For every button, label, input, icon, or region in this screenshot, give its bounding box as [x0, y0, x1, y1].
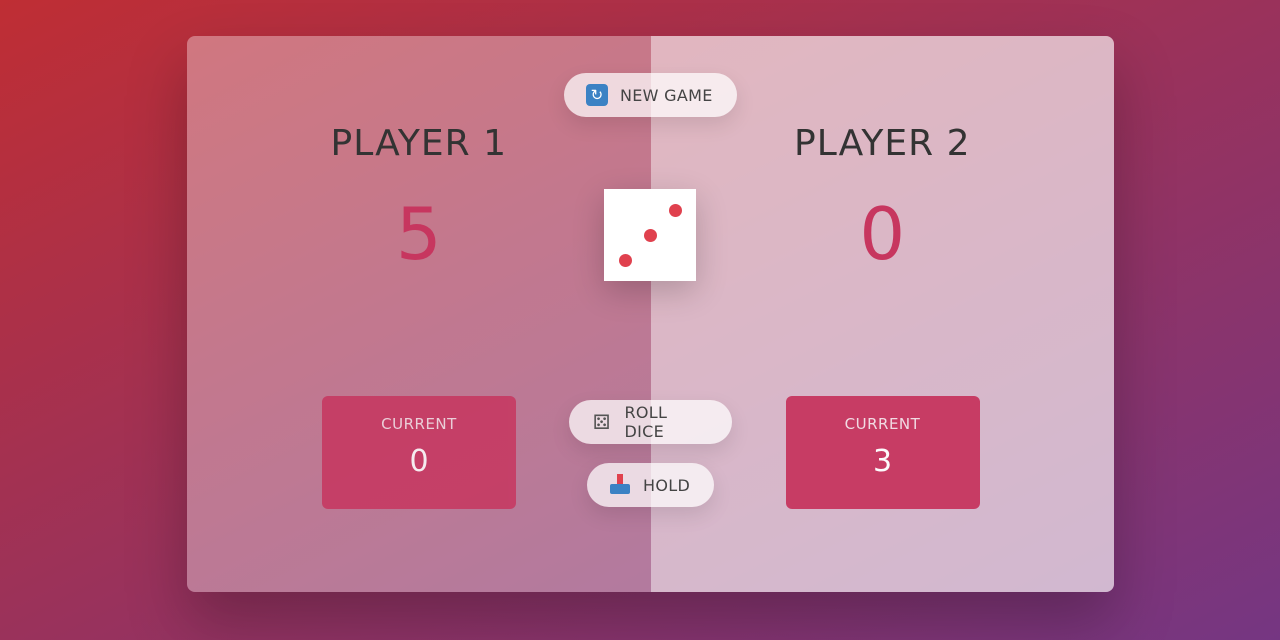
dice	[604, 189, 696, 281]
new-game-label: NEW GAME	[620, 85, 713, 105]
dice-pip	[668, 203, 682, 217]
player-2-panel: PLAYER 2 0 CURRENT 3	[650, 36, 1114, 592]
roll-dice-button[interactable]: ⚄ ROLL DICE	[569, 400, 732, 444]
player-1-current-label: CURRENT	[381, 415, 457, 433]
player-2-current-label: CURRENT	[844, 415, 921, 433]
player-1-current-score: 0	[409, 444, 429, 479]
roll-dice-label: ROLL DICE	[624, 403, 668, 441]
player-2-name: PLAYER 2	[793, 123, 971, 164]
player-1-panel: PLAYER 1 5 CURRENT 0	[187, 36, 651, 592]
player-2-score: 0	[859, 192, 906, 276]
new-game-button[interactable]: ↻ NEW GAME	[564, 73, 737, 117]
player-1-current-box: CURRENT 0	[322, 396, 516, 509]
dice-icon: ⚄	[592, 410, 611, 434]
player-1-name: PLAYER 1	[330, 123, 508, 164]
player-1-score: 5	[395, 192, 442, 276]
refresh-icon: ↻	[586, 84, 608, 106]
game-board: PLAYER 1 5 CURRENT 0 PLAYER 2 0 CURRENT …	[187, 36, 1114, 592]
dice-pip	[643, 228, 657, 242]
dice-pip	[618, 253, 632, 267]
inbox-tray-icon	[609, 474, 631, 496]
player-2-current-box: CURRENT 3	[785, 396, 980, 509]
player-2-current-score: 3	[872, 444, 893, 479]
hold-button[interactable]: HOLD	[587, 463, 714, 507]
hold-label: HOLD	[643, 475, 691, 495]
